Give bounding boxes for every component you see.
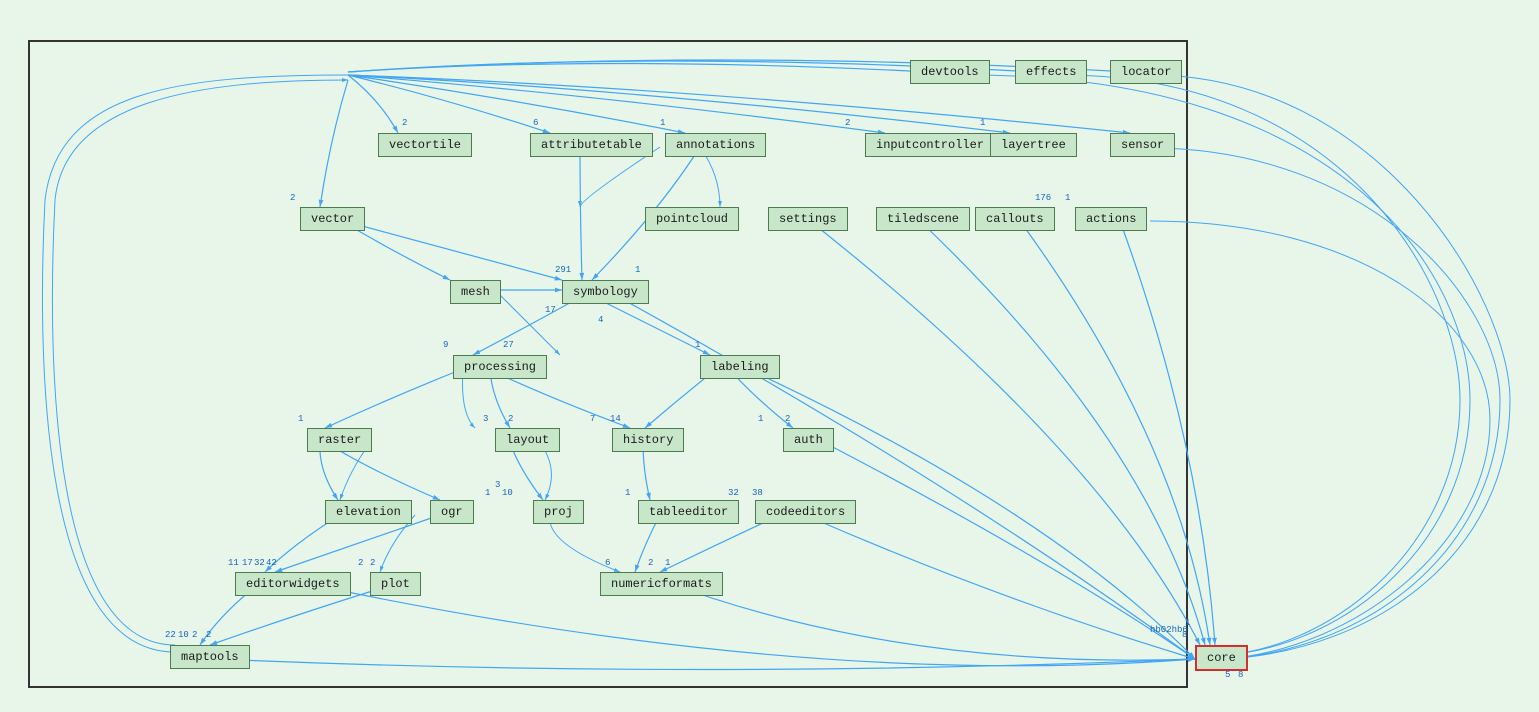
node-layout[interactable]: layout <box>495 428 560 452</box>
edge-label-4: 1 <box>980 118 985 128</box>
edge-label-8: 291 <box>555 265 571 275</box>
edge-label-36: 1 <box>665 558 670 568</box>
node-devtools[interactable]: devtools <box>910 60 990 84</box>
node-callouts[interactable]: callouts <box>975 207 1055 231</box>
node-layertree[interactable]: layertree <box>990 133 1077 157</box>
main-container: devtools effects locator vectortile attribut… <box>0 0 1539 712</box>
node-effects[interactable]: effects <box>1015 60 1087 84</box>
edge-label-26: 32 <box>728 488 739 498</box>
node-raster[interactable]: raster <box>307 428 372 452</box>
edge-label-38: 10 <box>178 630 189 640</box>
edge-label-19: 1 <box>758 414 763 424</box>
node-tiledscene[interactable]: tiledscene <box>876 207 970 231</box>
node-mesh[interactable]: mesh <box>450 280 501 304</box>
node-plot[interactable]: plot <box>370 572 421 596</box>
edge-label-6: 1 <box>1065 193 1070 203</box>
edge-label-7: 176 <box>1035 193 1051 203</box>
edge-label-28: 11 <box>228 558 239 568</box>
node-vector[interactable]: vector <box>300 207 365 231</box>
node-tableeditor[interactable]: tableeditor <box>638 500 739 524</box>
edge-label-22: 1 <box>485 488 490 498</box>
edge-label-32: 2 <box>358 558 363 568</box>
node-vectortile[interactable]: vectortile <box>378 133 472 157</box>
edge-label-37: 22 <box>165 630 176 640</box>
node-numericformats[interactable]: numericformats <box>600 572 723 596</box>
node-proj[interactable]: proj <box>533 500 584 524</box>
node-core[interactable]: core <box>1195 645 1248 671</box>
edge-label-45: 5 <box>1225 670 1230 680</box>
edge-label-11: 9 <box>443 340 448 350</box>
edge-label-23: 3 <box>495 480 500 490</box>
edge-label-5: 2 <box>290 193 295 203</box>
edge-label-17: 7 <box>590 414 595 424</box>
edge-label-25: 1 <box>625 488 630 498</box>
node-ogr[interactable]: ogr <box>430 500 474 524</box>
node-locator[interactable]: locator <box>1110 60 1182 84</box>
edge-label-27: 38 <box>752 488 763 498</box>
edge-label-46: 8 <box>1238 670 1243 680</box>
edge-label-10: 17 <box>545 305 556 315</box>
edge-label-3: 2 <box>845 118 850 128</box>
node-elevation[interactable]: elevation <box>325 500 412 524</box>
edge-label-44: hb02hb6 <box>1150 625 1188 635</box>
node-auth[interactable]: auth <box>783 428 834 452</box>
edge-label-20: 2 <box>785 414 790 424</box>
node-pointcloud[interactable]: pointcloud <box>645 207 739 231</box>
edge-label-18: 14 <box>610 414 621 424</box>
node-actions[interactable]: actions <box>1075 207 1147 231</box>
edge-label-2: 1 <box>660 118 665 128</box>
node-maptools[interactable]: maptools <box>170 645 250 669</box>
node-history[interactable]: history <box>612 428 684 452</box>
node-labeling[interactable]: labeling <box>700 355 780 379</box>
edge-label-21: 1 <box>298 414 303 424</box>
node-inputcontroller[interactable]: inputcontroller <box>865 133 995 157</box>
edge-label-9: 1 <box>635 265 640 275</box>
node-editorwidgets[interactable]: editorwidgets <box>235 572 351 596</box>
node-codeeditors[interactable]: codeeditors <box>755 500 856 524</box>
edge-label-15: 3 <box>483 414 488 424</box>
edge-label-31: 42 <box>266 558 277 568</box>
node-annotations[interactable]: annotations <box>665 133 766 157</box>
edge-label-40: 2 <box>206 630 211 640</box>
edge-label-35: 2 <box>648 558 653 568</box>
edge-label-33: 2 <box>370 558 375 568</box>
node-sensor[interactable]: sensor <box>1110 133 1175 157</box>
edge-label-34: 6 <box>605 558 610 568</box>
node-settings[interactable]: settings <box>768 207 848 231</box>
edge-label-12: 27 <box>503 340 514 350</box>
edge-label-29: 17 <box>242 558 253 568</box>
node-processing[interactable]: processing <box>453 355 547 379</box>
edge-label-0: 2 <box>402 118 407 128</box>
edge-label-24: 10 <box>502 488 513 498</box>
edge-label-14: 1 <box>695 340 700 350</box>
edge-label-13: 4 <box>598 315 603 325</box>
edge-label-30: 32 <box>254 558 265 568</box>
edge-label-16: 2 <box>508 414 513 424</box>
node-symbology[interactable]: symbology <box>562 280 649 304</box>
edge-label-1: 6 <box>533 118 538 128</box>
node-attributetable[interactable]: attributetable <box>530 133 653 157</box>
edge-label-39: 2 <box>192 630 197 640</box>
